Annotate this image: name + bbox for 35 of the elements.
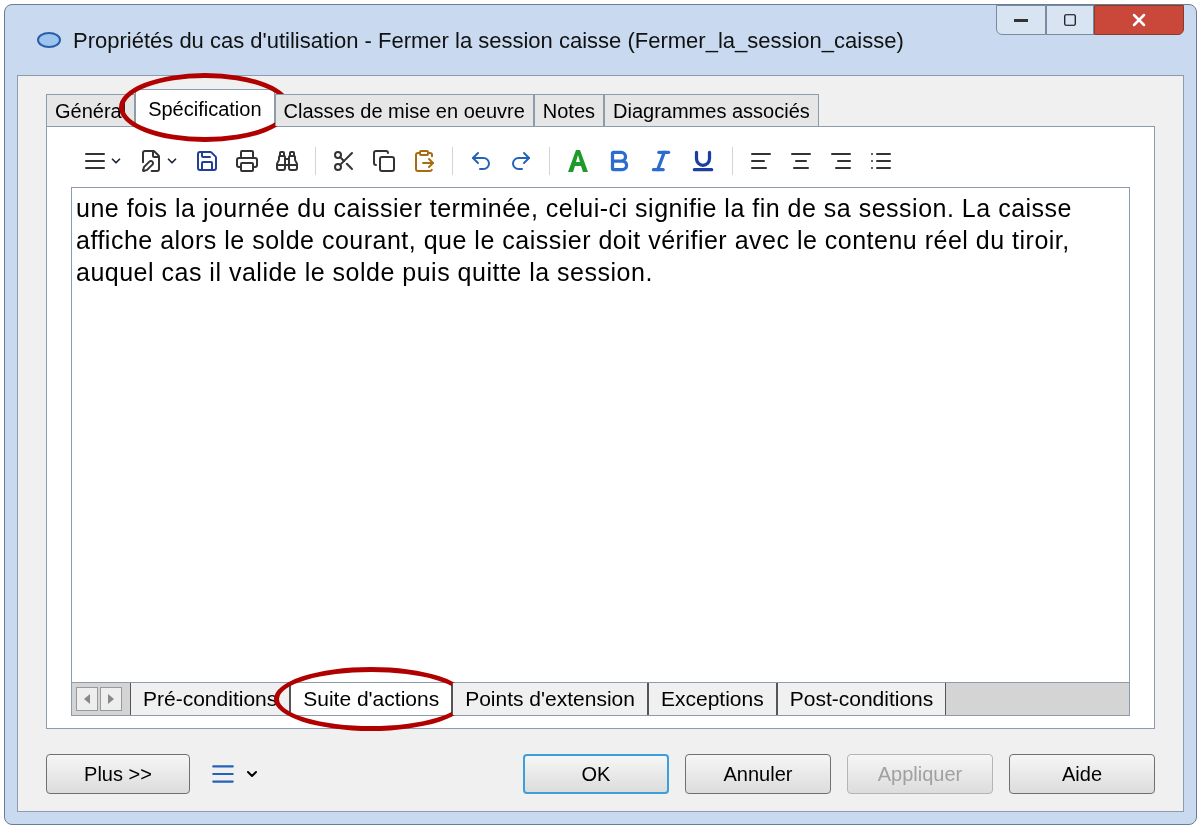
scroll-left-button[interactable] (76, 687, 98, 711)
right-arrow-icon (107, 694, 115, 704)
tab[interactable]: Classes de mise en oeuvre (274, 94, 534, 126)
dialog-button[interactable]: OK (523, 754, 669, 794)
dialog-button[interactable]: Annuler (685, 754, 831, 794)
minimize-icon (1014, 18, 1028, 22)
text-editor[interactable]: une fois la journée du caissier terminée, celui-ci signifie la fin de sa session. La caisse affiche alors le solde courant, que le caissier doit vérifier avec le contenu réel du tiroir, auquel cas il valide le solde puis quitte la session. (71, 187, 1130, 682)
ellipse-icon (37, 32, 61, 48)
more-button[interactable]: Plus >> (46, 754, 190, 794)
sheet-tab[interactable]: Suite d'actions (290, 683, 453, 715)
undo-icon[interactable] (469, 149, 493, 173)
redo-icon[interactable] (509, 149, 533, 173)
maximize-button[interactable] (1046, 5, 1094, 35)
print-icon[interactable] (235, 149, 259, 173)
scroll-right-button[interactable] (100, 687, 122, 711)
binoculars-icon[interactable] (275, 149, 299, 173)
edit-icon[interactable] (139, 149, 163, 173)
dialog-button[interactable]: Aide (1009, 754, 1155, 794)
left-arrow-icon (83, 694, 91, 704)
save-icon[interactable] (195, 149, 219, 173)
tab[interactable]: Notes (533, 94, 605, 126)
close-button[interactable] (1094, 5, 1184, 35)
tab[interactable]: Spécification (135, 89, 275, 127)
window-title: Propriétés du cas d'utilisation - Fermer la session caisse (Fermer_la_session_caisse) (73, 26, 905, 55)
paste-icon[interactable] (412, 149, 436, 173)
font-color-icon[interactable] (566, 147, 590, 175)
maximize-icon (1063, 13, 1077, 27)
minimize-button[interactable] (996, 5, 1046, 35)
tab[interactable]: Diagrammes associés (604, 94, 819, 126)
sheet-tab[interactable]: Post-conditions (776, 683, 947, 715)
underline-icon[interactable] (690, 148, 716, 174)
cut-icon[interactable] (332, 149, 356, 173)
copy-icon[interactable] (372, 149, 396, 173)
sheet-tab[interactable]: Exceptions (647, 683, 777, 715)
sheet-tab[interactable]: Points d'extension (452, 683, 648, 715)
